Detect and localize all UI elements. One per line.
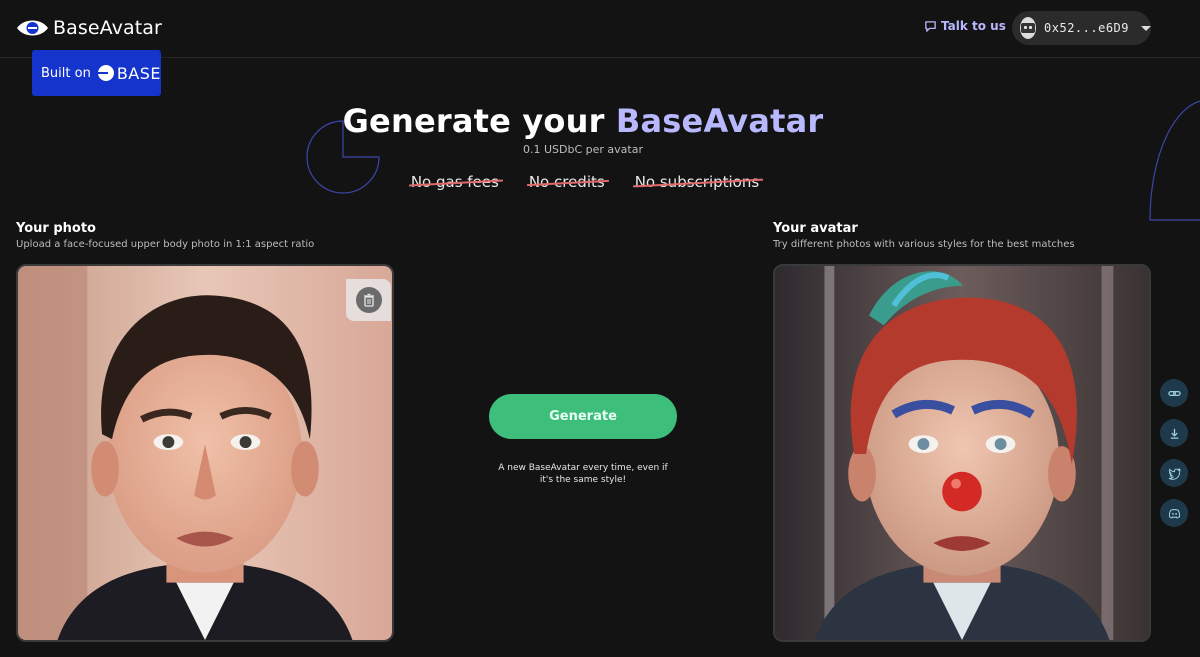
share-twitter-button[interactable] <box>1160 459 1188 487</box>
wallet-avatar <box>1020 17 1037 39</box>
download-button[interactable] <box>1160 419 1188 447</box>
link-icon <box>1167 390 1181 396</box>
your-avatar-description: Try different photos with various styles… <box>773 239 1075 250</box>
brand-name: BaseAvatar <box>53 17 162 39</box>
top-bar: BaseAvatar Talk to us 0x52...e6D9 <box>0 0 1200 58</box>
feature-no-subscriptions: No subscriptions <box>634 173 760 191</box>
robot-icon <box>1021 23 1035 33</box>
twitter-icon <box>1168 467 1181 480</box>
copy-link-button[interactable] <box>1160 379 1188 407</box>
base-label: BASE <box>116 63 161 83</box>
hero-title-prefix: Generate your <box>342 102 616 140</box>
generate-button[interactable]: Generate <box>489 394 677 439</box>
page: BaseAvatar Talk to us 0x52...e6D9 Built … <box>0 0 1200 657</box>
wallet-address: 0x52...e6D9 <box>1044 21 1129 35</box>
feature-no-credits: No credits <box>528 173 605 191</box>
feature-no-gas-fees: No gas fees <box>410 173 499 191</box>
generated-avatar[interactable] <box>773 264 1151 642</box>
brand-logo[interactable]: BaseAvatar <box>16 17 162 39</box>
your-avatar-title: Your avatar <box>773 221 858 236</box>
trash-icon <box>355 287 382 313</box>
chat-bubble-icon <box>925 20 936 32</box>
delete-photo-button[interactable] <box>346 279 391 321</box>
price-subtitle: 0.1 USDbC per avatar <box>523 143 643 156</box>
caret-down-icon <box>1141 25 1151 31</box>
built-on-label: Built on <box>41 65 91 81</box>
wallet-button[interactable]: 0x52...e6D9 <box>1012 11 1151 45</box>
your-photo-title: Your photo <box>16 221 96 236</box>
uploaded-photo[interactable] <box>16 264 394 642</box>
discord-icon <box>1168 508 1180 519</box>
base-logo-icon <box>97 65 114 81</box>
eye-logo-icon <box>17 20 48 36</box>
feature-list: No gas fees No credits No subscriptions <box>0 173 1170 191</box>
hero-title: Generate your BaseAvatar <box>0 102 1166 140</box>
download-icon <box>1170 428 1178 439</box>
uploaded-photo-image <box>18 266 392 640</box>
share-discord-button[interactable] <box>1160 499 1188 527</box>
generate-note: A new BaseAvatar every time, even if it'… <box>498 463 668 485</box>
talk-to-us-label: Talk to us <box>941 19 1006 33</box>
your-photo-description: Upload a face-focused upper body photo i… <box>16 239 315 250</box>
generated-avatar-image <box>775 266 1149 640</box>
hero-title-accent: BaseAvatar <box>615 102 824 140</box>
talk-to-us-link[interactable]: Talk to us <box>924 19 1006 33</box>
built-on-base-badge[interactable]: Built on BASE <box>32 50 161 96</box>
